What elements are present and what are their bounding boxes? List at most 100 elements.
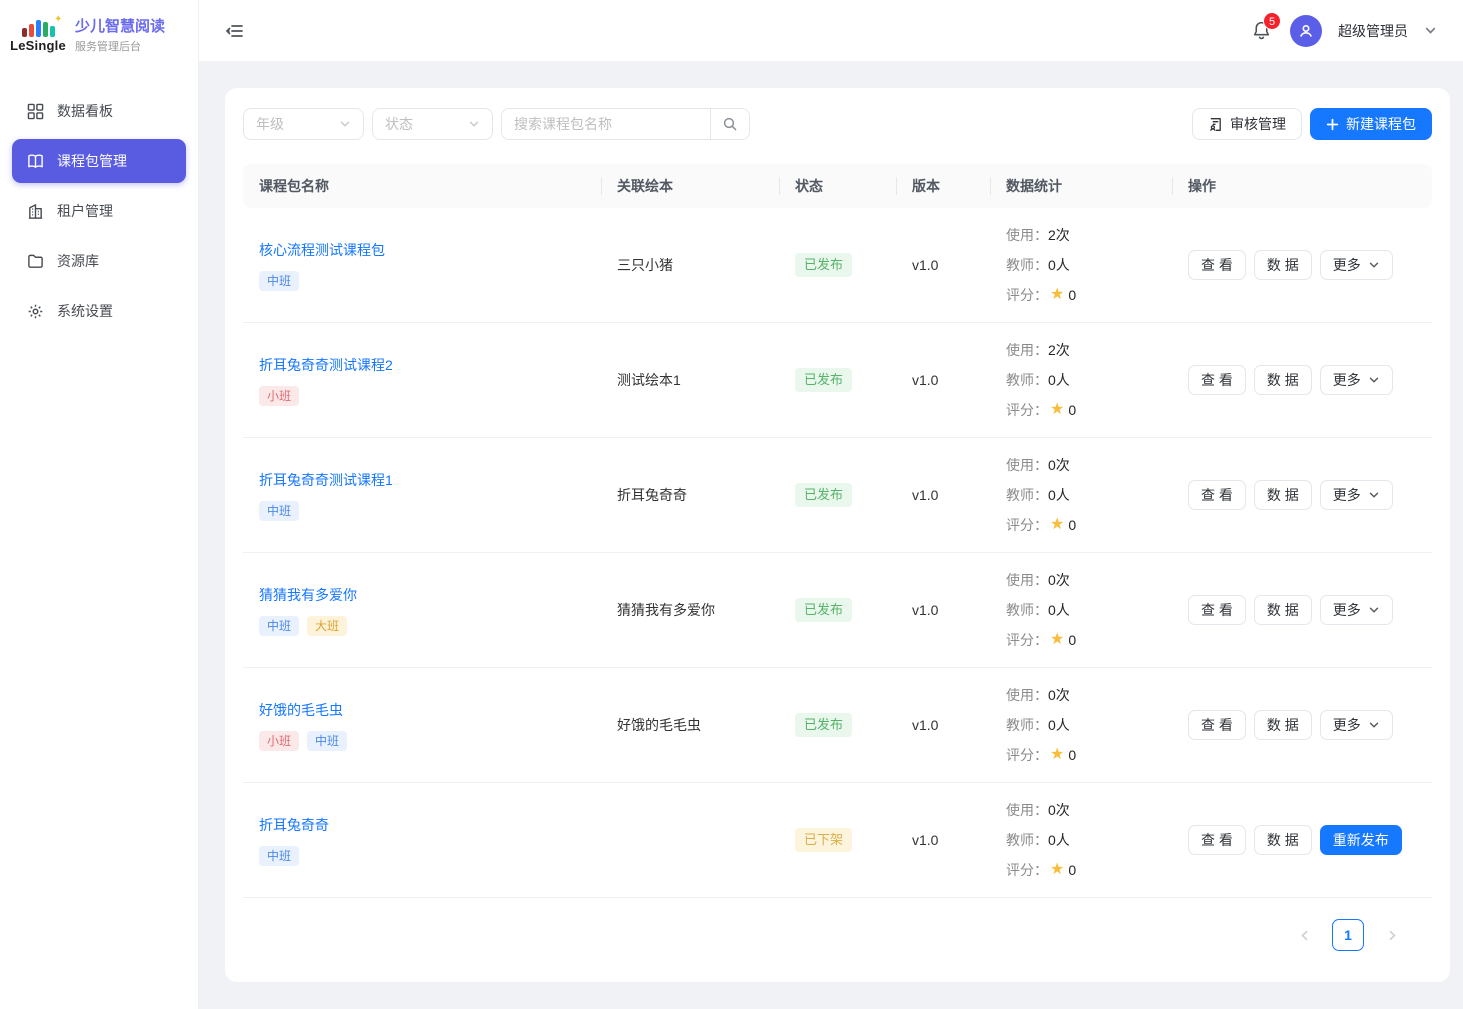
rating-label: 评分： <box>1006 395 1048 425</box>
search-button[interactable] <box>710 109 749 139</box>
sidebar-item-label: 数据看板 <box>57 101 113 121</box>
action-button-label: 数 据 <box>1267 370 1299 390</box>
view-button[interactable]: 查 看 <box>1188 365 1246 395</box>
actions-cell: 查 看数 据更多 <box>1188 595 1416 625</box>
audit-button-label: 审核管理 <box>1230 114 1286 134</box>
grade-tags: 小班 <box>259 386 585 406</box>
data-button[interactable]: 数 据 <box>1254 710 1312 740</box>
data-button[interactable]: 数 据 <box>1254 250 1312 280</box>
teacher-label: 教师： <box>1006 250 1048 280</box>
teacher-value: 0人 <box>1048 595 1070 625</box>
action-button-label: 数 据 <box>1267 485 1299 505</box>
data-button[interactable]: 数 据 <box>1254 480 1312 510</box>
chevron-down-icon <box>1368 719 1380 731</box>
usage-value: 0次 <box>1048 450 1070 480</box>
grade-filter-select[interactable]: 年级 <box>243 108 364 140</box>
main-area: 年级 状态 <box>199 62 1463 1009</box>
column-header-book: 关联绘本 <box>601 176 779 196</box>
book-cell: 猜猜我有多爱你 <box>601 600 779 620</box>
brand-title: 少儿智慧阅读 <box>75 17 165 37</box>
stats-cell: 使用：0次 教师：0人 评分：★0 <box>990 565 1172 655</box>
view-button[interactable]: 查 看 <box>1188 480 1246 510</box>
menu-fold-icon[interactable] <box>221 17 249 45</box>
package-name-link[interactable]: 核心流程测试课程包 <box>259 240 385 260</box>
chevron-down-icon <box>468 118 480 130</box>
sidebar-item-dashboard[interactable]: 数据看板 <box>12 89 186 133</box>
stats-cell: 使用：2次 教师：0人 评分：★0 <box>990 335 1172 425</box>
rating-label: 评分： <box>1006 855 1048 885</box>
package-name-link[interactable]: 折耳兔奇奇测试课程1 <box>259 470 393 490</box>
more-button[interactable]: 更多 <box>1320 480 1393 510</box>
grade-filter-placeholder: 年级 <box>256 114 284 134</box>
stats-cell: 使用：0次 教师：0人 评分：★0 <box>990 680 1172 770</box>
rating-label: 评分： <box>1006 740 1048 770</box>
book-cell: 三只小猪 <box>601 255 779 275</box>
package-name-link[interactable]: 好饿的毛毛虫 <box>259 700 343 720</box>
grade-tag: 中班 <box>307 731 347 751</box>
more-button[interactable]: 更多 <box>1320 595 1393 625</box>
teacher-label: 教师： <box>1006 365 1048 395</box>
notification-bell-icon[interactable]: 5 <box>1248 18 1274 44</box>
view-button[interactable]: 查 看 <box>1188 825 1246 855</box>
sidebar-item-settings[interactable]: 系统设置 <box>12 289 186 333</box>
filter-toolbar: 年级 状态 <box>243 108 1432 140</box>
rating-value: 0 <box>1068 740 1076 770</box>
sidebar: ✦ LeSingle 少儿智慧阅读 服务管理后台 数据看板 课程包 <box>0 0 199 1009</box>
package-name-link[interactable]: 折耳兔奇奇测试课程2 <box>259 355 393 375</box>
rating-label: 评分： <box>1006 625 1048 655</box>
sidebar-item-course-packages[interactable]: 课程包管理 <box>12 139 186 183</box>
data-button[interactable]: 数 据 <box>1254 365 1312 395</box>
grade-tag: 中班 <box>259 271 299 291</box>
lesingle-logo-icon: ✦ LeSingle <box>10 19 66 53</box>
top-header: 5 超级管理员 <box>199 0 1463 62</box>
status-filter-select[interactable]: 状态 <box>372 108 493 140</box>
search-icon <box>722 116 738 132</box>
column-header-status: 状态 <box>779 176 896 196</box>
teacher-value: 0人 <box>1048 710 1070 740</box>
folder-icon <box>27 253 44 270</box>
audit-management-button[interactable]: 审核管理 <box>1192 108 1302 140</box>
actions-cell: 查 看数 据 更多 <box>1188 710 1416 740</box>
more-button[interactable]: 更多 <box>1320 250 1393 280</box>
grade-tag: 中班 <box>259 501 299 521</box>
teacher-label: 教师： <box>1006 595 1048 625</box>
pagination-page-1[interactable]: 1 <box>1332 919 1364 951</box>
chevron-down-icon <box>1368 259 1380 271</box>
rating-label: 评分： <box>1006 510 1048 540</box>
audit-icon <box>1208 117 1223 132</box>
book-cell: 折耳兔奇奇 <box>601 485 779 505</box>
view-button[interactable]: 查 看 <box>1188 250 1246 280</box>
pagination-prev-icon[interactable] <box>1290 921 1318 949</box>
grade-tags: 中班大班 <box>259 616 585 636</box>
chevron-down-icon <box>1368 374 1380 386</box>
search-input[interactable] <box>502 109 710 139</box>
grade-tag: 大班 <box>307 616 347 636</box>
pagination-next-icon[interactable] <box>1378 921 1406 949</box>
package-name-link[interactable]: 猜猜我有多爱你 <box>259 585 357 605</box>
sidebar-item-label: 系统设置 <box>57 301 113 321</box>
rating-value: 0 <box>1068 625 1076 655</box>
more-button[interactable]: 更多 <box>1320 710 1393 740</box>
data-button[interactable]: 数 据 <box>1254 595 1312 625</box>
sidebar-item-resources[interactable]: 资源库 <box>12 239 186 283</box>
action-button-label: 更多 <box>1333 715 1361 735</box>
grade-tag: 中班 <box>259 846 299 866</box>
avatar[interactable] <box>1290 15 1322 47</box>
view-button[interactable]: 查 看 <box>1188 595 1246 625</box>
more-button[interactable]: 更多 <box>1320 365 1393 395</box>
data-button[interactable]: 数 据 <box>1254 825 1312 855</box>
teacher-label: 教师： <box>1006 825 1048 855</box>
view-button[interactable]: 查 看 <box>1188 710 1246 740</box>
user-name[interactable]: 超级管理员 <box>1338 21 1408 41</box>
chevron-down-icon[interactable] <box>1424 24 1437 37</box>
republish-button[interactable]: 重新发布 <box>1320 825 1402 855</box>
grade-tags: 中班 <box>259 501 585 521</box>
sidebar-item-tenants[interactable]: 租户管理 <box>12 189 186 233</box>
create-package-button[interactable]: 新建课程包 <box>1310 108 1432 140</box>
package-name-link[interactable]: 折耳兔奇奇 <box>259 815 329 835</box>
version-cell: v1.0 <box>896 602 990 618</box>
chevron-down-icon <box>339 118 351 130</box>
column-header-actions: 操作 <box>1172 176 1432 196</box>
table-row: 折耳兔奇奇 中班 已下架 v1.0 使用：0次 教师：0人 评分：★0 查 看数… <box>243 783 1432 898</box>
version-cell: v1.0 <box>896 487 990 503</box>
